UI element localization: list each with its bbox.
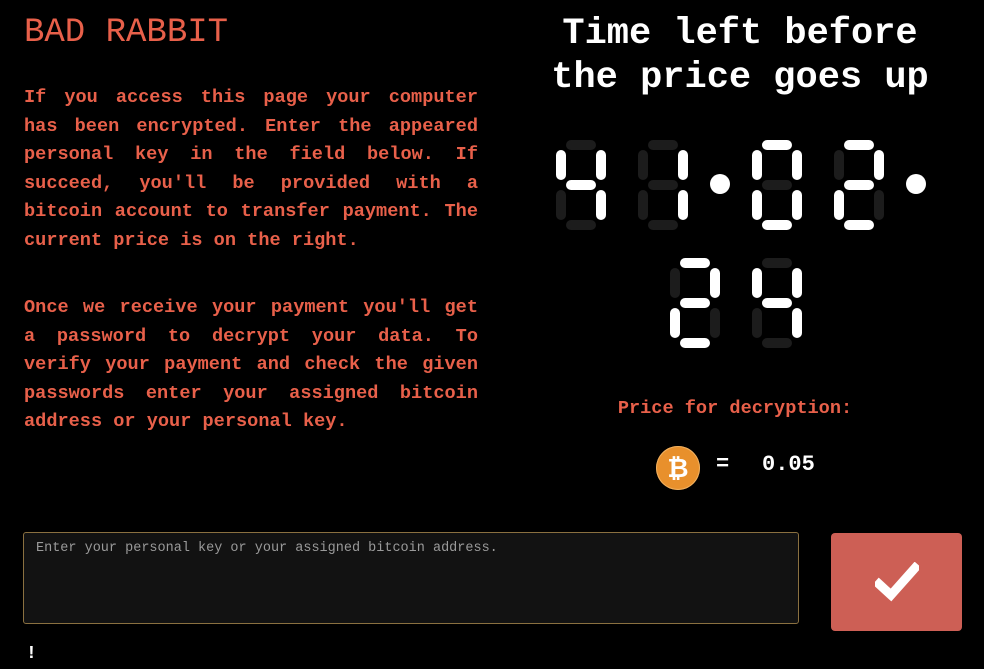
seconds-tens-digit-seg-d [680, 338, 710, 348]
seconds-tens-digit-seg-g [680, 298, 710, 308]
minutes-ones-digit-seg-g [844, 180, 874, 190]
instructions-paragraph-1: If you access this page your computer ha… [24, 87, 478, 251]
separator-dot-1 [710, 174, 730, 194]
hours-ones-digit-seg-b [678, 150, 688, 180]
hours-tens-digit-seg-a [566, 140, 596, 150]
seconds-ones-digit-seg-b [792, 268, 802, 298]
page-title: BAD RABBIT [24, 14, 229, 52]
hours-ones-digit-seg-c [678, 190, 688, 220]
hours-tens-digit-seg-c [596, 190, 606, 220]
hours-ones-digit-seg-g [648, 180, 678, 190]
minutes-tens-digit-seg-c [792, 190, 802, 220]
status-message: ! [26, 644, 37, 664]
hours-tens-digit-seg-f [556, 150, 566, 180]
minutes-tens-digit-seg-a [762, 140, 792, 150]
minutes-ones-digit-seg-e [834, 190, 844, 220]
seconds-ones-digit-seg-d [762, 338, 792, 348]
seconds-tens-digit-seg-e [670, 308, 680, 338]
minutes-ones-digit-seg-a [844, 140, 874, 150]
minutes-tens-digit-seg-b [792, 150, 802, 180]
separator-dot-2 [906, 174, 926, 194]
hours-ones-digit-seg-f [638, 150, 648, 180]
equals-sign: = [716, 452, 730, 477]
hours-ones-digit-seg-a [648, 140, 678, 150]
instructions-paragraph-2: Once we receive your payment you'll get … [24, 297, 478, 433]
seconds-ones-digit-seg-g [762, 298, 792, 308]
countdown-clock [556, 140, 926, 348]
personal-key-input[interactable] [23, 532, 799, 624]
hours-ones-digit-seg-d [648, 220, 678, 230]
bitcoin-symbol: ₿ [667, 453, 689, 484]
seconds-tens-digit-seg-b [710, 268, 720, 298]
hours-ones-digit-seg-e [638, 190, 648, 220]
seconds-ones-digit-seg-c [792, 308, 802, 338]
hours-tens-digit-seg-b [596, 150, 606, 180]
minutes-ones-digit-seg-b [874, 150, 884, 180]
seconds-ones-digit-seg-a [762, 258, 792, 268]
hours-tens-digit-seg-e [556, 190, 566, 220]
seconds-tens-digit-seg-a [680, 258, 710, 268]
minutes-ones-digit-seg-f [834, 150, 844, 180]
checkmark-icon [874, 562, 919, 602]
price-amount: 0.05 [762, 452, 815, 477]
seconds-tens-digit-seg-f [670, 268, 680, 298]
minutes-ones-digit-seg-d [844, 220, 874, 230]
hours-tens-digit-seg-d [566, 220, 596, 230]
minutes-tens-digit-seg-d [762, 220, 792, 230]
minutes-ones-digit-seg-c [874, 190, 884, 220]
minutes-tens-digit-seg-e [752, 190, 762, 220]
bitcoin-icon: ₿ [656, 446, 700, 490]
seconds-ones-digit-seg-f [752, 268, 762, 298]
minutes-tens-digit-seg-f [752, 150, 762, 180]
seconds-ones-digit-seg-e [752, 308, 762, 338]
timer-title: Time left before the price goes up [551, 13, 929, 99]
seconds-tens-digit-seg-c [710, 308, 720, 338]
price-label: Price for decryption: [617, 398, 853, 419]
hours-tens-digit-seg-g [566, 180, 596, 190]
submit-button[interactable] [831, 533, 962, 631]
minutes-tens-digit-seg-g [762, 180, 792, 190]
